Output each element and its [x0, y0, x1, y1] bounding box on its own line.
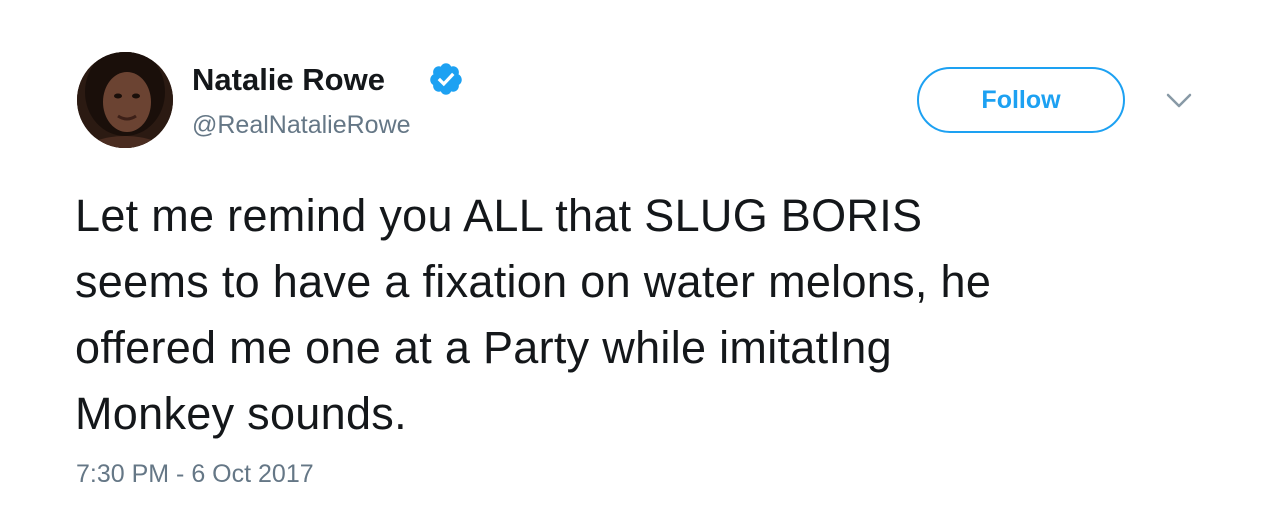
profile-photo-icon — [77, 52, 173, 148]
follow-button[interactable]: Follow — [917, 67, 1125, 133]
tweet-text: Let me remind you ALL that SLUG BORIS se… — [75, 183, 1225, 447]
avatar[interactable] — [77, 52, 173, 148]
tweet-text-line: Let me remind you ALL that SLUG BORIS — [75, 190, 923, 241]
tweet-text-line: seems to have a fixation on water melons… — [75, 256, 992, 307]
display-name[interactable]: Natalie Rowe — [192, 62, 385, 98]
chevron-down-icon[interactable] — [1166, 92, 1192, 110]
tweet-timestamp[interactable]: 7:30 PM - 6 Oct 2017 — [76, 459, 314, 489]
tweet-card: Natalie Rowe @RealNatalieRowe Follow Let… — [0, 0, 1272, 516]
tweet-text-line: Monkey sounds. — [75, 388, 407, 439]
verified-badge-icon — [430, 63, 462, 95]
tweet-text-line: offered me one at a Party while imitatIn… — [75, 322, 892, 373]
user-handle[interactable]: @RealNatalieRowe — [192, 110, 411, 140]
